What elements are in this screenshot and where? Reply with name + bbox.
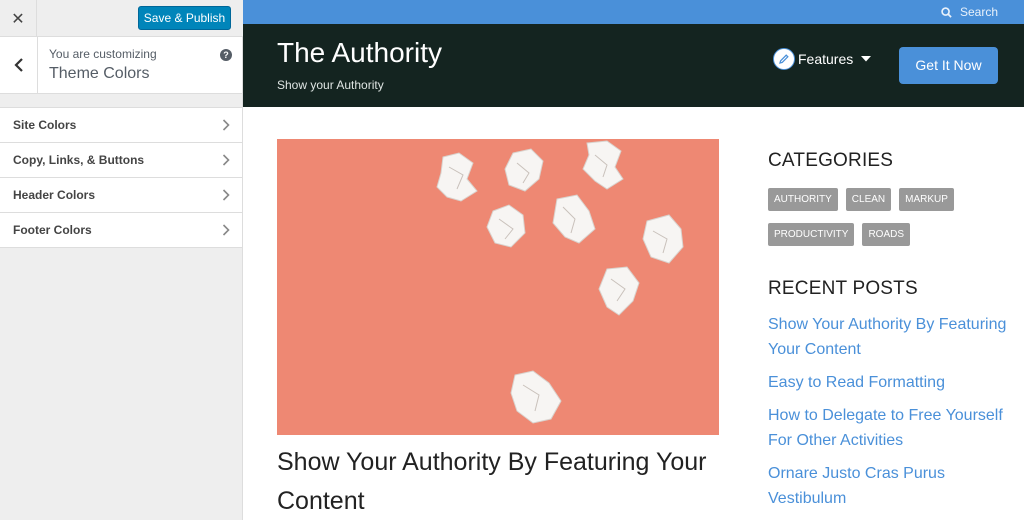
recent-post-link[interactable]: How to Delegate to Free Yourself For Oth… <box>768 403 1008 453</box>
recent-post-link[interactable]: Show Your Authority By Featuring Your Co… <box>768 312 1008 362</box>
menu-item-label: Footer Colors <box>13 223 92 237</box>
recent-posts-list: Show Your Authority By Featuring Your Co… <box>768 312 1008 511</box>
sidebar: CATEGORIES AUTHORITY CLEAN MARKUP PRODUC… <box>768 150 1008 519</box>
menu-item-footer-colors[interactable]: Footer Colors <box>0 213 242 248</box>
site-header: The Authority Show your Authority Featur… <box>243 24 1024 107</box>
menu-item-label: Copy, Links, & Buttons <box>13 153 145 167</box>
search-label: Search <box>959 5 998 19</box>
menu-item-label: Site Colors <box>13 118 77 132</box>
tag-authority[interactable]: AUTHORITY <box>768 188 838 211</box>
section-title: Theme Colors <box>49 65 150 82</box>
caret-down-icon <box>861 56 872 62</box>
section-header: You are customizing Theme Colors ? <box>0 37 242 94</box>
recent-posts-title: RECENT POSTS <box>768 278 918 299</box>
menu-item-label: Header Colors <box>13 188 96 202</box>
recent-post-link[interactable]: Ornare Justo Cras Purus Vestibulum <box>768 461 1008 511</box>
top-bar: Search <box>243 0 1024 24</box>
chevron-left-icon <box>13 58 23 72</box>
tag-markup[interactable]: MARKUP <box>899 188 954 211</box>
menu-item-header-colors[interactable]: Header Colors <box>0 178 242 213</box>
edit-pencil-icon[interactable] <box>773 48 795 70</box>
site-preview: Search The Authority Show your Authority… <box>243 0 1024 520</box>
post-title[interactable]: Show Your Authority By Featuring Your Co… <box>277 443 737 520</box>
recent-post-link[interactable]: Easy to Read Formatting <box>768 370 1008 395</box>
categories-title: CATEGORIES <box>768 150 894 171</box>
close-icon[interactable]: ✕ <box>0 0 37 36</box>
nav-features-label: Features <box>798 51 854 67</box>
tag-roads[interactable]: ROADS <box>862 223 911 246</box>
tag-clean[interactable]: CLEAN <box>845 188 892 211</box>
menu-item-copy-links-buttons[interactable]: Copy, Links, & Buttons <box>0 143 242 178</box>
nav-features-menu[interactable]: Features <box>773 48 872 70</box>
tag-productivity[interactable]: PRODUCTIVITY <box>768 223 855 246</box>
get-it-now-button[interactable]: Get It Now <box>899 47 998 84</box>
pencil-icon <box>779 54 789 64</box>
customizer-toolbar: ✕ Save & Publish <box>0 0 243 37</box>
chevron-right-icon <box>222 224 230 236</box>
customizer-panel: ✕ Save & Publish You are customizing The… <box>0 0 243 520</box>
back-button[interactable] <box>0 37 38 93</box>
customizer-menu: Site Colors Copy, Links, & Buttons Heade… <box>0 107 242 248</box>
help-icon[interactable]: ? <box>220 49 232 61</box>
chevron-right-icon <box>222 154 230 166</box>
crumpled-paper-illustration <box>436 140 684 424</box>
menu-item-site-colors[interactable]: Site Colors <box>0 108 242 143</box>
save-publish-button[interactable]: Save & Publish <box>138 6 231 30</box>
search-icon <box>941 6 952 18</box>
chevron-right-icon <box>222 119 230 131</box>
site-tagline: Show your Authority <box>277 78 384 92</box>
search-link[interactable]: Search <box>941 5 998 19</box>
chevron-right-icon <box>222 189 230 201</box>
featured-image[interactable] <box>277 139 719 435</box>
customizing-label: You are customizing <box>49 47 157 61</box>
category-tags: AUTHORITY CLEAN MARKUP PRODUCTIVITY ROAD… <box>768 188 968 246</box>
site-title[interactable]: The Authority <box>277 37 442 69</box>
